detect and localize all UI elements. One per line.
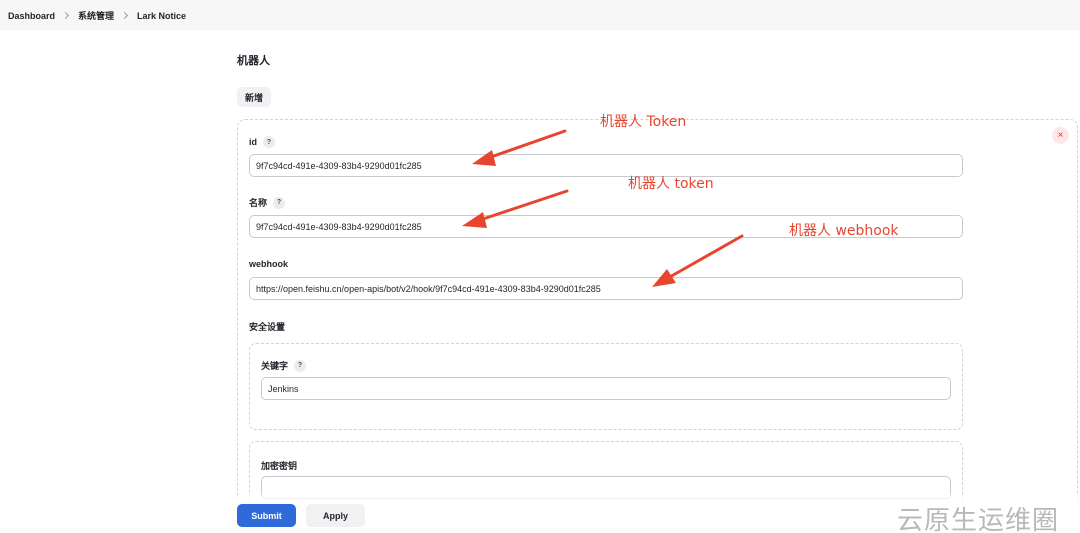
arrow-webhook [666, 234, 744, 280]
arrowhead [652, 269, 676, 287]
annotation-token-lower: 机器人 token [628, 176, 714, 192]
annotation-webhook: 机器人 webhook [789, 223, 899, 239]
arrow-id [486, 129, 567, 160]
watermark: 云原生运维圈 [897, 506, 1060, 533]
annotation-arrows [462, 129, 744, 287]
arrowhead [472, 150, 496, 166]
annotation-token-upper: 机器人 Token [600, 114, 687, 130]
arrowhead [462, 212, 487, 228]
arrow-name [478, 189, 569, 222]
